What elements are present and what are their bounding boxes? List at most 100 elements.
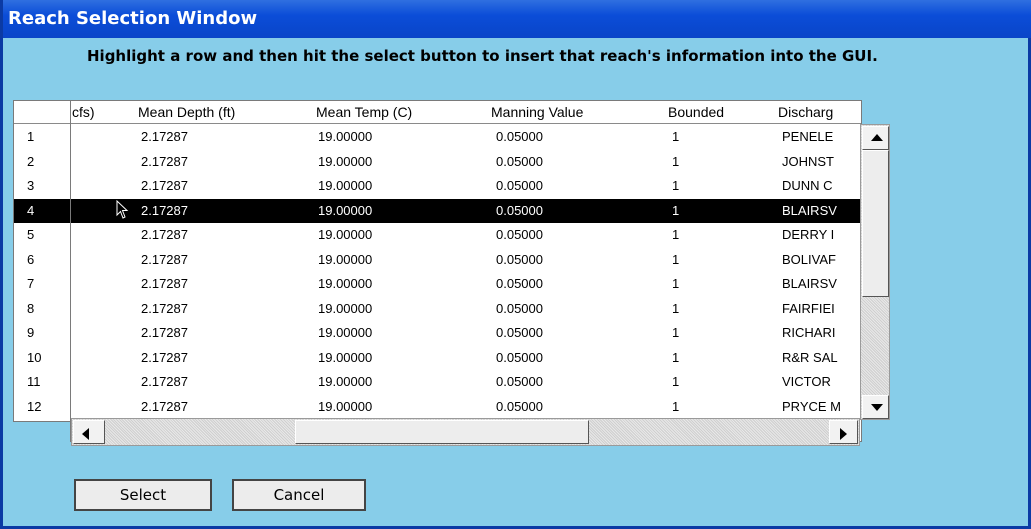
select-button[interactable]: Select [74,479,212,511]
row-header-panel: 1 2 3 4 5 6 7 8 9 10 11 12 [13,100,73,422]
arrow-left-icon [82,428,89,440]
scroll-up-button[interactable] [862,126,889,150]
cell-bounded: 1 [672,178,680,193]
table-row[interactable]: 2.17287 19.00000 0.05000 1 PENELE [71,125,861,149]
vertical-scroll-thumb[interactable] [862,150,889,297]
title-bar: Reach Selection Window [3,0,1031,38]
column-header-mean-depth[interactable]: Mean Depth (ft) [138,101,235,123]
cell-bounded: 1 [672,374,680,389]
cell-discharge-name: DUNN C [782,178,833,193]
table-row[interactable]: 2.17287 19.00000 0.05000 1 BLAIRSV [71,272,861,296]
cell-mean-temp: 19.00000 [318,129,373,144]
arrow-up-icon [871,134,883,141]
row-number[interactable]: 2 [14,150,70,174]
scroll-left-button[interactable] [73,420,105,444]
row-number[interactable]: 7 [14,272,70,296]
table-row[interactable]: 2.17287 19.00000 0.05000 1 JOHNST [71,150,861,174]
table-row[interactable]: 2.17287 19.00000 0.05000 1 FAIRFIEI [71,297,861,321]
cell-manning-value: 0.05000 [496,325,543,340]
cell-mean-depth: 2.17287 [141,129,188,144]
cell-manning-value: 0.05000 [496,153,543,169]
cell-mean-temp: 19.00000 [318,349,373,365]
cell-discharge-name: RICHARI [782,325,836,340]
cell-mean-depth: 2.17287 [141,153,188,169]
arrow-down-icon [871,404,883,411]
cell-discharge-name: PENELE [782,129,834,144]
column-header-bounded[interactable]: Bounded [668,101,724,123]
cell-manning-value: 0.05000 [496,129,543,144]
arrow-right-icon [840,428,847,440]
column-header-discharge-name[interactable]: Discharg [778,101,833,123]
cell-bounded: 1 [672,251,680,267]
column-header-mean-temp[interactable]: Mean Temp (C) [316,101,412,123]
table-row[interactable]: 2.17287 19.00000 0.05000 1 BOLIVAF [71,248,861,272]
cell-manning-value: 0.05000 [496,202,543,218]
cell-mean-temp: 19.00000 [318,202,373,218]
cell-bounded: 1 [672,349,680,365]
cell-bounded: 1 [672,325,680,340]
cell-discharge-name: DERRY I [782,227,835,242]
cell-mean-depth: 2.17287 [141,251,188,267]
cell-mean-depth: 2.17287 [141,276,188,291]
cell-mean-depth: 2.17287 [141,300,188,316]
cell-discharge-name: BOLIVAF [782,251,836,267]
column-header-manning-value[interactable]: Manning Value [491,101,583,123]
cell-manning-value: 0.05000 [496,349,543,365]
cell-bounded: 1 [672,202,680,218]
instruction-text: Highlight a row and then hit the select … [87,47,878,65]
cell-bounded: 1 [672,276,680,291]
row-number[interactable]: 10 [14,346,70,370]
cell-bounded: 1 [672,153,680,169]
cell-discharge-name: VICTOR [782,374,831,389]
table-row[interactable]: 2.17287 19.00000 0.05000 1 DERRY I [71,223,861,247]
row-number[interactable]: 9 [14,321,70,345]
cell-mean-temp: 19.00000 [318,276,373,291]
cell-mean-depth: 2.17287 [141,178,188,193]
cell-mean-temp: 19.00000 [318,398,373,414]
row-number[interactable]: 4 [14,198,70,223]
row-number[interactable]: 12 [14,395,70,419]
table-row[interactable]: 2.17287 19.00000 0.05000 1 DUNN C [71,174,861,198]
scroll-right-button[interactable] [829,420,858,444]
cell-manning-value: 0.05000 [496,227,543,242]
cancel-button[interactable]: Cancel [232,479,366,511]
table-row[interactable]: 2.17287 19.00000 0.05000 1 PRYCE M [71,395,861,419]
cell-mean-temp: 19.00000 [318,178,373,193]
header-divider [71,123,861,124]
cell-mean-depth: 2.17287 [141,325,188,340]
cell-manning-value: 0.05000 [496,276,543,291]
cell-discharge-name: PRYCE M [782,398,841,414]
cell-mean-temp: 19.00000 [318,153,373,169]
cell-discharge-name: BLAIRSV [782,276,837,291]
horizontal-scroll-thumb[interactable] [295,420,589,444]
horizontal-scrollbar[interactable] [71,418,860,446]
row-number[interactable]: 11 [14,370,70,394]
row-number[interactable]: 1 [14,125,70,149]
row-number[interactable]: 6 [14,248,70,272]
table-row[interactable]: 2.17287 19.00000 0.05000 1 R&R SAL [71,346,861,370]
row-number[interactable]: 5 [14,223,70,247]
cell-mean-depth: 2.17287 [141,349,188,365]
cell-bounded: 1 [672,398,680,414]
row-number[interactable]: 3 [14,174,70,198]
row-number[interactable]: 8 [14,297,70,321]
row-header-corner [14,101,71,124]
cell-mean-depth: 2.17287 [141,398,188,414]
column-header-discharge-cfs[interactable]: cfs) [72,101,95,123]
cell-mean-temp: 19.00000 [318,227,373,242]
scroll-down-button[interactable] [862,395,889,419]
table-row[interactable]: 2.17287 19.00000 0.05000 1 BLAIRSV [71,198,861,223]
reach-table: cfs) Mean Depth (ft) Mean Temp (C) Manni… [70,100,862,442]
cell-discharge-name: JOHNST [782,153,834,169]
table-row[interactable]: 2.17287 19.00000 0.05000 1 RICHARI [71,321,861,345]
vertical-scrollbar[interactable] [860,124,890,420]
cell-mean-temp: 19.00000 [318,300,373,316]
table-row[interactable]: 2.17287 19.00000 0.05000 1 VICTOR [71,370,861,394]
cell-bounded: 1 [672,300,680,316]
reach-selection-window: Reach Selection Window Highlight a row a… [0,0,1031,529]
cell-bounded: 1 [672,129,680,144]
cell-discharge-name: BLAIRSV [782,202,837,218]
cell-discharge-name: R&R SAL [782,349,838,365]
cell-manning-value: 0.05000 [496,374,543,389]
cell-manning-value: 0.05000 [496,398,543,414]
